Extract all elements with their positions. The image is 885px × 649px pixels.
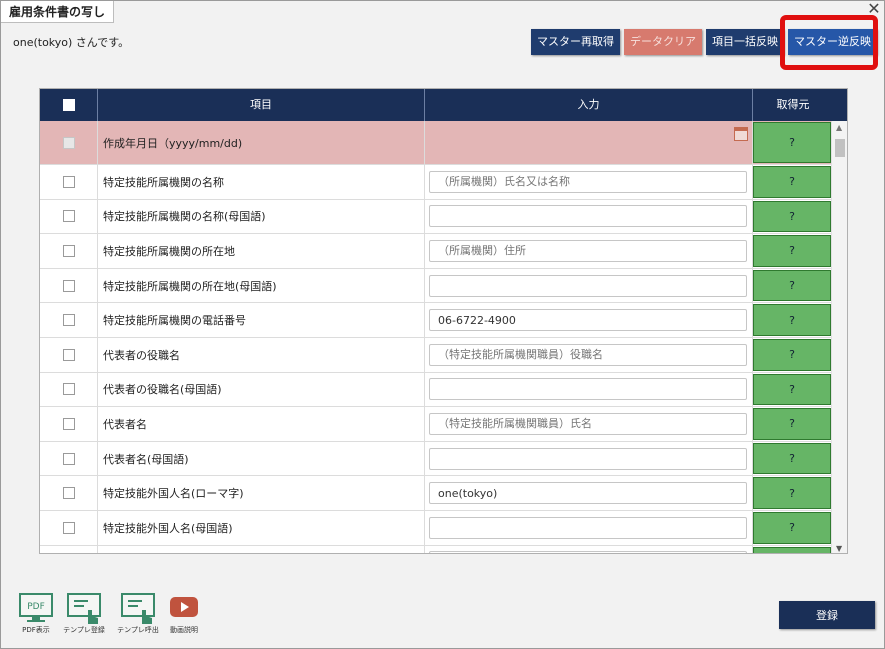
row-input[interactable] <box>429 447 747 470</box>
source-button[interactable]: ? <box>753 122 831 163</box>
vertical-scrollbar[interactable]: ▲ ▼ <box>831 121 847 553</box>
register-button[interactable]: 登録 <box>779 601 875 629</box>
row-item-label: 特定技能所属機関の電話番号 <box>98 303 425 337</box>
table-row: 代表者の役職名(母国語) ? <box>40 372 833 408</box>
calendar-icon[interactable] <box>734 127 748 141</box>
row-input[interactable] <box>429 551 747 553</box>
table-row: 特定技能所属機関の名称(母国語) ? <box>40 199 833 235</box>
row-input[interactable] <box>429 239 747 262</box>
highlight-box <box>780 15 878 70</box>
row-item-label: 特定技能所属機関の所在地 <box>98 234 425 268</box>
template-load-icon <box>121 593 155 624</box>
row-input-cell[interactable] <box>425 121 753 164</box>
source-button[interactable]: ? <box>753 166 831 198</box>
row-input[interactable] <box>429 482 747 505</box>
template-register-label: テンプレ登録 <box>63 626 105 634</box>
dialog: 雇用条件書の写し ✕ one(tokyo) さんです。 マスター再取得 データク… <box>0 0 885 649</box>
source-button[interactable]: ? <box>753 477 831 509</box>
row-item-label: 特定技能所属機関の名称(母国語) <box>98 199 425 234</box>
template-register-button[interactable]: テンプレ登録 <box>63 592 105 634</box>
row-checkbox[interactable] <box>62 279 75 292</box>
user-greeting: one(tokyo) さんです。 <box>13 36 130 49</box>
table-row: 特定技能外国人名(母国語) ? <box>40 511 833 546</box>
row-input[interactable] <box>429 412 747 435</box>
row-item-label: 特定技能所属機関の名称 <box>98 165 425 199</box>
source-button[interactable]: ? <box>753 408 831 440</box>
dialog-title: 雇用条件書の写し <box>1 1 115 23</box>
pdf-view-button[interactable]: PDF PDF表示 <box>15 592 57 634</box>
header-input: 入力 <box>425 89 753 121</box>
header-source: 取得元 <box>776 98 810 111</box>
video-help-button[interactable]: 動画説明 <box>163 592 205 634</box>
row-checkbox[interactable] <box>62 521 75 534</box>
master-reload-button[interactable]: マスター再取得 <box>531 29 620 55</box>
row-checkbox[interactable] <box>62 348 75 361</box>
source-button[interactable]: ? <box>753 512 831 544</box>
row-item-label: 特定技能外国人名(母国語) <box>98 511 425 545</box>
template-register-icon <box>67 593 101 624</box>
source-button[interactable]: ? <box>753 373 831 406</box>
table-body: 作成年月日（yyyy/mm/dd) ? 特定技能所属機関の名称 ? 特定技能所属… <box>40 121 833 553</box>
source-button[interactable]: ? <box>753 339 831 371</box>
table-row: 代表者名(母国語) ? <box>40 441 833 477</box>
row-checkbox[interactable] <box>62 383 75 396</box>
pdf-view-label: PDF表示 <box>22 626 50 634</box>
row-item-label: 特定技能外国人名(ローマ字) <box>98 476 425 510</box>
source-button[interactable]: ? <box>753 546 831 553</box>
table-row: 代表者名 ? <box>40 407 833 442</box>
row-checkbox[interactable] <box>62 452 75 465</box>
table-row: 特定技能外国人名(ローマ字) ? <box>40 476 833 511</box>
row-input[interactable] <box>429 274 747 297</box>
table-row: 特定技能所属機関の名称 ? <box>40 165 833 200</box>
scroll-down-icon[interactable]: ▼ <box>836 544 842 553</box>
scroll-up-icon[interactable]: ▲ <box>836 123 842 132</box>
video-help-label: 動画説明 <box>170 626 198 634</box>
row-checkbox[interactable] <box>62 487 75 500</box>
row-checkbox[interactable] <box>62 244 75 257</box>
header-item: 項目 <box>98 89 425 121</box>
scroll-thumb[interactable] <box>835 139 845 157</box>
source-button[interactable]: ? <box>753 235 831 267</box>
table-header: 項目 入力 取得元 <box>40 89 847 121</box>
row-item-label <box>98 545 425 553</box>
bulk-apply-button[interactable]: 項目一括反映 <box>706 29 784 55</box>
row-item-label: 代表者名 <box>98 407 425 441</box>
row-input[interactable] <box>429 309 747 332</box>
template-load-button[interactable]: テンプレ呼出 <box>117 592 159 634</box>
row-checkbox[interactable] <box>62 136 75 149</box>
row-item-label: 代表者の役職名(母国語) <box>98 372 425 407</box>
source-button[interactable]: ? <box>753 269 831 302</box>
pdf-icon: PDF <box>19 593 53 622</box>
row-checkbox[interactable] <box>62 210 75 223</box>
video-play-icon <box>170 597 198 617</box>
row-input[interactable] <box>429 170 747 193</box>
row-checkbox[interactable] <box>62 417 75 430</box>
row-checkbox[interactable] <box>62 175 75 188</box>
row-item-label: 代表者の役職名 <box>98 338 425 372</box>
table-row: ? <box>40 545 833 553</box>
source-button[interactable]: ? <box>753 442 831 475</box>
table-row: 作成年月日（yyyy/mm/dd) ? <box>40 121 833 165</box>
row-input[interactable] <box>429 516 747 539</box>
header-select-all[interactable] <box>40 89 98 121</box>
source-button[interactable]: ? <box>753 200 831 233</box>
row-input[interactable] <box>429 378 747 401</box>
source-button[interactable]: ? <box>753 304 831 336</box>
table-row: 特定技能所属機関の所在地 ? <box>40 234 833 269</box>
row-input[interactable] <box>429 205 747 228</box>
data-table: 項目 入力 取得元 作成年月日（yyyy/mm/dd) ? 特定技能所属機関の名… <box>39 88 848 554</box>
row-item-label: 作成年月日（yyyy/mm/dd) <box>98 121 425 164</box>
row-input[interactable] <box>429 343 747 366</box>
table-row: 代表者の役職名 ? <box>40 338 833 373</box>
pdf-icon-text: PDF <box>27 602 45 612</box>
row-checkbox[interactable] <box>62 314 75 327</box>
table-row: 特定技能所属機関の電話番号 ? <box>40 303 833 338</box>
data-clear-button[interactable]: データクリア <box>624 29 702 55</box>
table-row: 特定技能所属機関の所在地(母国語) ? <box>40 268 833 304</box>
select-all-checkbox[interactable] <box>62 99 75 111</box>
row-item-label: 特定技能所属機関の所在地(母国語) <box>98 268 425 303</box>
row-item-label: 代表者名(母国語) <box>98 441 425 476</box>
